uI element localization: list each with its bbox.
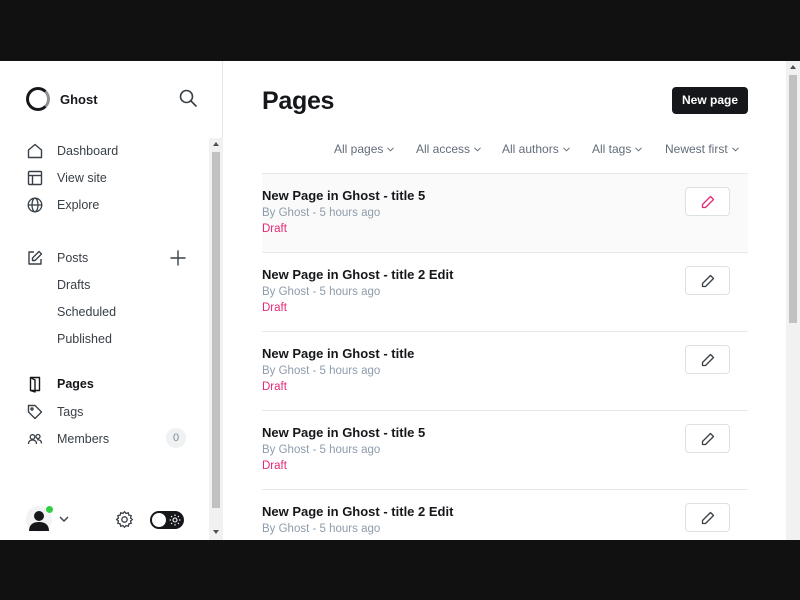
pencil-icon bbox=[701, 511, 715, 525]
status-badge: Draft bbox=[262, 381, 287, 393]
filter-tags-label: All tags bbox=[592, 142, 632, 156]
ghost-admin-app: Ghost Dashboard View site Explore Posts … bbox=[0, 61, 800, 540]
members-icon bbox=[27, 433, 43, 445]
page-title: Pages bbox=[262, 87, 335, 115]
page-meta: By Ghost - 5 hours ago bbox=[262, 365, 381, 377]
pencil-icon bbox=[701, 353, 715, 367]
chevron-down-icon bbox=[635, 146, 643, 152]
filter-sort-label: Newest first bbox=[665, 142, 728, 156]
globe-icon bbox=[27, 197, 43, 213]
nav-pages-label: Pages bbox=[57, 377, 94, 391]
sun-icon bbox=[169, 514, 181, 526]
new-page-button[interactable]: New page bbox=[672, 87, 748, 114]
tag-icon bbox=[27, 404, 43, 420]
scroll-up-arrow[interactable] bbox=[213, 142, 219, 146]
layout-icon bbox=[27, 170, 43, 186]
online-status-dot bbox=[45, 505, 54, 514]
nav-posts-label: Posts bbox=[57, 251, 89, 265]
main-scrollbar[interactable] bbox=[786, 61, 800, 540]
search-button[interactable] bbox=[178, 88, 200, 110]
nav-members-label: Members bbox=[57, 432, 110, 446]
main-content: Pages New page All pages All access All … bbox=[224, 61, 786, 540]
page-icon bbox=[29, 376, 41, 393]
page-meta: By Ghost - 5 hours ago bbox=[262, 523, 381, 535]
nav-pages[interactable]: Pages bbox=[26, 373, 94, 395]
nav-view-site-label: View site bbox=[57, 171, 107, 185]
letterbox-top bbox=[0, 0, 800, 61]
nav-published[interactable]: Published bbox=[57, 329, 112, 349]
nav-tags-label: Tags bbox=[57, 405, 84, 419]
chevron-down-icon bbox=[731, 146, 739, 152]
page-title-link[interactable]: New Page in Ghost - title 5 bbox=[262, 425, 425, 440]
filter-sort[interactable]: Newest first bbox=[665, 142, 739, 156]
edit-page-button[interactable] bbox=[685, 187, 730, 216]
edit-page-button[interactable] bbox=[685, 345, 730, 374]
page-meta: By Ghost - 5 hours ago bbox=[262, 286, 381, 298]
pencil-icon bbox=[701, 195, 715, 209]
scroll-up-arrow[interactable] bbox=[790, 65, 796, 69]
filter-tags[interactable]: All tags bbox=[592, 142, 643, 156]
brand[interactable]: Ghost bbox=[26, 87, 98, 111]
pencil-icon bbox=[701, 274, 715, 288]
filter-type-label: All pages bbox=[334, 142, 384, 156]
brand-name: Ghost bbox=[60, 91, 98, 107]
plus-icon bbox=[170, 250, 186, 266]
user-avatar[interactable] bbox=[26, 505, 54, 532]
page-title-link[interactable]: New Page in Ghost - title 5 bbox=[262, 188, 425, 203]
list-item[interactable]: New Page in Ghost - title By Ghost - 5 h… bbox=[262, 331, 748, 410]
edit-page-button[interactable] bbox=[685, 503, 730, 532]
filter-access[interactable]: All access bbox=[416, 142, 481, 156]
nav-dashboard-label: Dashboard bbox=[57, 144, 119, 158]
nav-members[interactable]: Members bbox=[26, 428, 109, 450]
filter-type[interactable]: All pages bbox=[334, 142, 395, 156]
toggle-knob bbox=[152, 513, 166, 527]
nav-posts[interactable]: Posts bbox=[26, 247, 88, 269]
nav-scheduled[interactable]: Scheduled bbox=[57, 302, 116, 322]
members-count-badge: 0 bbox=[166, 428, 186, 448]
edit-icon bbox=[28, 250, 43, 265]
filter-access-label: All access bbox=[416, 142, 471, 156]
scroll-down-arrow[interactable] bbox=[213, 530, 219, 534]
user-menu-chevron[interactable] bbox=[58, 512, 70, 524]
page-meta: By Ghost - 5 hours ago bbox=[262, 207, 381, 219]
list-item[interactable]: New Page in Ghost - title 2 Edit By Ghos… bbox=[262, 252, 748, 331]
theme-toggle[interactable] bbox=[150, 511, 184, 529]
ghost-logo-icon bbox=[26, 87, 50, 111]
page-meta: By Ghost - 5 hours ago bbox=[262, 444, 381, 456]
status-badge: Draft bbox=[262, 223, 287, 235]
home-icon bbox=[27, 143, 43, 159]
chevron-down-icon bbox=[474, 146, 481, 152]
search-icon bbox=[179, 89, 197, 107]
add-post-button[interactable] bbox=[169, 249, 187, 267]
list-item[interactable]: New Page in Ghost - title 5 By Ghost - 5… bbox=[262, 173, 748, 252]
sidebar-scrollbar-thumb[interactable] bbox=[212, 152, 220, 508]
nav-tags[interactable]: Tags bbox=[26, 401, 83, 423]
sidebar: Ghost Dashboard View site Explore Posts … bbox=[0, 61, 223, 540]
nav-explore-label: Explore bbox=[57, 198, 100, 212]
sidebar-scrollbar[interactable] bbox=[209, 138, 223, 540]
nav-dashboard[interactable]: Dashboard bbox=[26, 140, 118, 162]
pencil-icon bbox=[701, 432, 715, 446]
page-title-link[interactable]: New Page in Ghost - title 2 Edit bbox=[262, 504, 453, 519]
nav-drafts[interactable]: Drafts bbox=[57, 275, 90, 295]
gear-icon bbox=[115, 510, 134, 529]
edit-page-button[interactable] bbox=[685, 424, 730, 453]
status-badge: Draft bbox=[262, 302, 287, 314]
chevron-down-icon bbox=[387, 146, 395, 152]
main-scrollbar-thumb[interactable] bbox=[789, 75, 797, 323]
filter-authors-label: All authors bbox=[502, 142, 559, 156]
edit-page-button[interactable] bbox=[685, 266, 730, 295]
page-title-link[interactable]: New Page in Ghost - title 2 Edit bbox=[262, 267, 453, 282]
chevron-down-icon bbox=[59, 516, 69, 522]
nav-view-site[interactable]: View site bbox=[26, 167, 107, 189]
list-item[interactable]: New Page in Ghost - title 5 By Ghost - 5… bbox=[262, 410, 748, 489]
page-title-link[interactable]: New Page in Ghost - title bbox=[262, 346, 414, 361]
list-item[interactable]: New Page in Ghost - title 2 Edit By Ghos… bbox=[262, 489, 748, 540]
status-badge: Draft bbox=[262, 460, 287, 472]
settings-button[interactable] bbox=[115, 510, 134, 529]
chevron-down-icon bbox=[562, 146, 570, 152]
letterbox-bottom bbox=[0, 540, 800, 600]
filter-authors[interactable]: All authors bbox=[502, 142, 570, 156]
nav-explore[interactable]: Explore bbox=[26, 194, 99, 216]
